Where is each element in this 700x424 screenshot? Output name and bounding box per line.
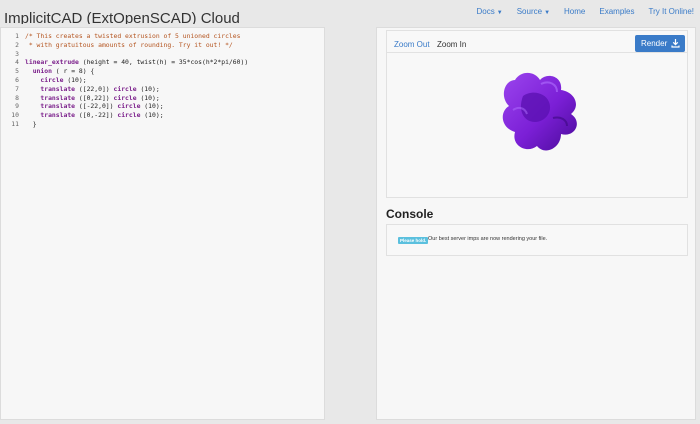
code-token: translate <box>40 102 76 111</box>
code-token: ( r = 8) { <box>51 67 95 76</box>
code-token: * with gratuitous amounts of rounding. T… <box>25 40 233 49</box>
code-token: ([-22,0]) <box>75 102 118 111</box>
line-number: 5 <box>15 67 19 76</box>
line-number: 7 <box>15 84 19 93</box>
viewer-toolbar: Zoom Out Zoom In Render <box>387 31 687 53</box>
code-editor[interactable]: 1 /* This creates a twisted extrusion of … <box>0 27 325 420</box>
code-token: translate <box>40 111 76 120</box>
nav-links: Docs ▼ Source ▼ Home Examples Try It Onlin… <box>463 7 694 16</box>
nav-examples[interactable]: Examples <box>599 7 634 16</box>
code-token: circle <box>113 84 137 93</box>
code-token: ([0,22]) <box>75 93 114 102</box>
rendered-3d-model[interactable] <box>495 66 587 161</box>
code-token: (height = 40, twist(h) = 35*cos(h*2*pi/6… <box>78 58 249 67</box>
app-title: ImplicitCAD (ExtOpenSCAD) Cloud <box>4 11 240 24</box>
code-line[interactable]: 8 translate ([0,22]) circle (10); <box>7 94 248 103</box>
chevron-down-icon: ▼ <box>496 10 503 16</box>
line-number: 11 <box>11 119 19 128</box>
render-button-label: Render <box>641 39 668 48</box>
code-token: } <box>25 119 37 128</box>
right-panel: Zoom Out Zoom In Render Console Please h… <box>376 27 696 420</box>
download-icon[interactable] <box>671 38 680 48</box>
code-line[interactable]: 2 * with gratuitous amounts of rounding.… <box>7 41 248 50</box>
code-line[interactable]: 9 translate ([-22,0]) circle (10); <box>7 102 248 111</box>
nav-docs[interactable]: Docs ▼ <box>477 7 503 16</box>
render-button[interactable]: Render <box>635 35 685 52</box>
nav-source[interactable]: Source ▼ <box>517 7 550 16</box>
zoom-out-button[interactable]: Zoom Out <box>394 40 430 49</box>
chevron-down-icon: ▼ <box>544 10 551 16</box>
line-number: 4 <box>15 58 19 67</box>
line-number: 9 <box>15 102 19 111</box>
code-line[interactable]: 7 translate ([22,0]) circle (10); <box>7 85 248 94</box>
line-number: 1 <box>15 32 19 40</box>
nav-docs-label: Docs <box>476 7 495 16</box>
code-token: union <box>32 67 52 76</box>
code-line[interactable]: 4 linear_extrude (height = 40, twist(h) =… <box>7 58 248 67</box>
line-number: 8 <box>15 93 19 102</box>
top-navbar: ImplicitCAD (ExtOpenSCAD) Cloud Docs ▼ So… <box>0 0 700 24</box>
code-line[interactable]: 6 circle (10); <box>7 76 248 85</box>
code-token: (10); <box>140 102 164 111</box>
code-token: (10); <box>140 111 164 120</box>
code-line[interactable]: 3 <box>7 50 248 59</box>
nav-home[interactable]: Home <box>564 7 585 16</box>
line-number: 6 <box>15 75 19 84</box>
code-token: ([22,0]) <box>75 84 114 93</box>
code-token: linear_extrude <box>25 58 79 67</box>
code-token: circle <box>117 102 141 111</box>
code-token: (10); <box>136 84 160 93</box>
nav-source-label: Source <box>516 7 543 16</box>
code-token: (10); <box>136 93 160 102</box>
console-heading: Console <box>386 207 434 221</box>
line-number: 2 <box>15 40 19 49</box>
model-viewer[interactable]: Zoom Out Zoom In Render <box>386 30 688 198</box>
code-line[interactable]: 11 } <box>7 120 248 129</box>
code-token: circle <box>113 93 137 102</box>
code-token: translate <box>40 84 76 93</box>
zoom-in-button[interactable]: Zoom In <box>437 40 466 49</box>
line-number: 10 <box>11 111 19 120</box>
code-token: ([0,-22]) <box>75 111 118 120</box>
code-token: /* This creates a twisted extrusion of 5… <box>25 32 241 40</box>
console-output: Please hold. Our best server imps are no… <box>386 224 688 256</box>
status-badge: Please hold. <box>398 237 429 244</box>
code-token: circle <box>40 75 64 84</box>
code-line[interactable]: 5 union ( r = 8) { <box>7 67 248 76</box>
line-number: 3 <box>15 49 19 58</box>
console-message: Our best server imps are now rendering y… <box>428 236 548 242</box>
code-line[interactable]: 1 /* This creates a twisted extrusion of … <box>7 32 248 41</box>
code-token: circle <box>117 111 141 120</box>
nav-try-online[interactable]: Try It Online! <box>649 7 695 16</box>
code-token: translate <box>40 93 76 102</box>
code-token: (10); <box>63 75 87 84</box>
code-line[interactable]: 10 translate ([0,-22]) circle (10); <box>7 111 248 120</box>
code-lines[interactable]: 1 /* This creates a twisted extrusion of … <box>7 32 248 129</box>
